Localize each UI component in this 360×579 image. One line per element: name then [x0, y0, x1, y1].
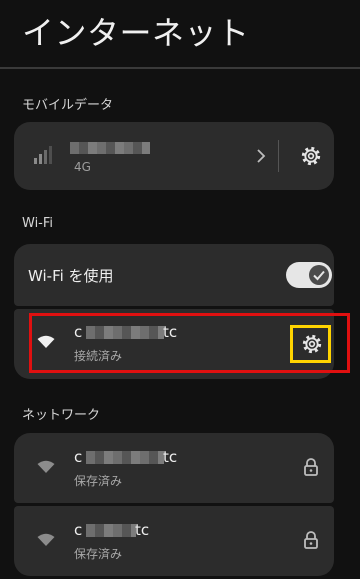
- check-icon: [313, 270, 325, 281]
- use-wifi-label: Wi-Fi を使用: [28, 267, 114, 285]
- wifi-section-label: Wi-Fi: [22, 216, 54, 231]
- chevron-right-icon[interactable]: [256, 148, 266, 164]
- wifi-icon: [37, 460, 55, 473]
- wifi-icon: [37, 533, 55, 546]
- network-status: 保存済み: [74, 547, 123, 561]
- network-name-suffix: tc: [135, 521, 150, 539]
- page-title: インターネット: [22, 14, 250, 52]
- header-divider: [0, 67, 360, 69]
- network-name-prefix: c: [74, 448, 83, 466]
- lock-icon: [304, 458, 318, 476]
- use-wifi-row[interactable]: Wi-Fi を使用: [14, 244, 334, 306]
- carrier-name-redacted: [70, 142, 150, 154]
- network-name-redacted: [86, 524, 136, 537]
- use-wifi-toggle[interactable]: [286, 262, 332, 288]
- toggle-knob: [309, 265, 329, 285]
- network-name-prefix: c: [74, 521, 83, 539]
- networks-section-label: ネットワーク: [22, 408, 101, 423]
- highlight-network-settings: [290, 325, 331, 363]
- vertical-divider: [278, 140, 279, 172]
- saved-network-row[interactable]: c tc 保存済み: [14, 506, 334, 576]
- network-status: 保存済み: [74, 474, 123, 488]
- signal-icon: [34, 146, 52, 164]
- lock-icon: [304, 531, 318, 549]
- network-type-label: 4G: [74, 160, 91, 174]
- gear-icon[interactable]: [300, 145, 322, 167]
- network-name-suffix: tc: [163, 448, 178, 466]
- saved-network-row[interactable]: c tc 保存済み: [14, 433, 334, 503]
- mobile-data-section-label: モバイルデータ: [22, 98, 114, 113]
- internet-settings-screen: インターネット モバイルデータ 4G Wi-Fi Wi-Fi を使用 c tc …: [0, 0, 360, 579]
- mobile-network-row[interactable]: 4G: [14, 122, 334, 190]
- network-name-redacted: [86, 451, 164, 464]
